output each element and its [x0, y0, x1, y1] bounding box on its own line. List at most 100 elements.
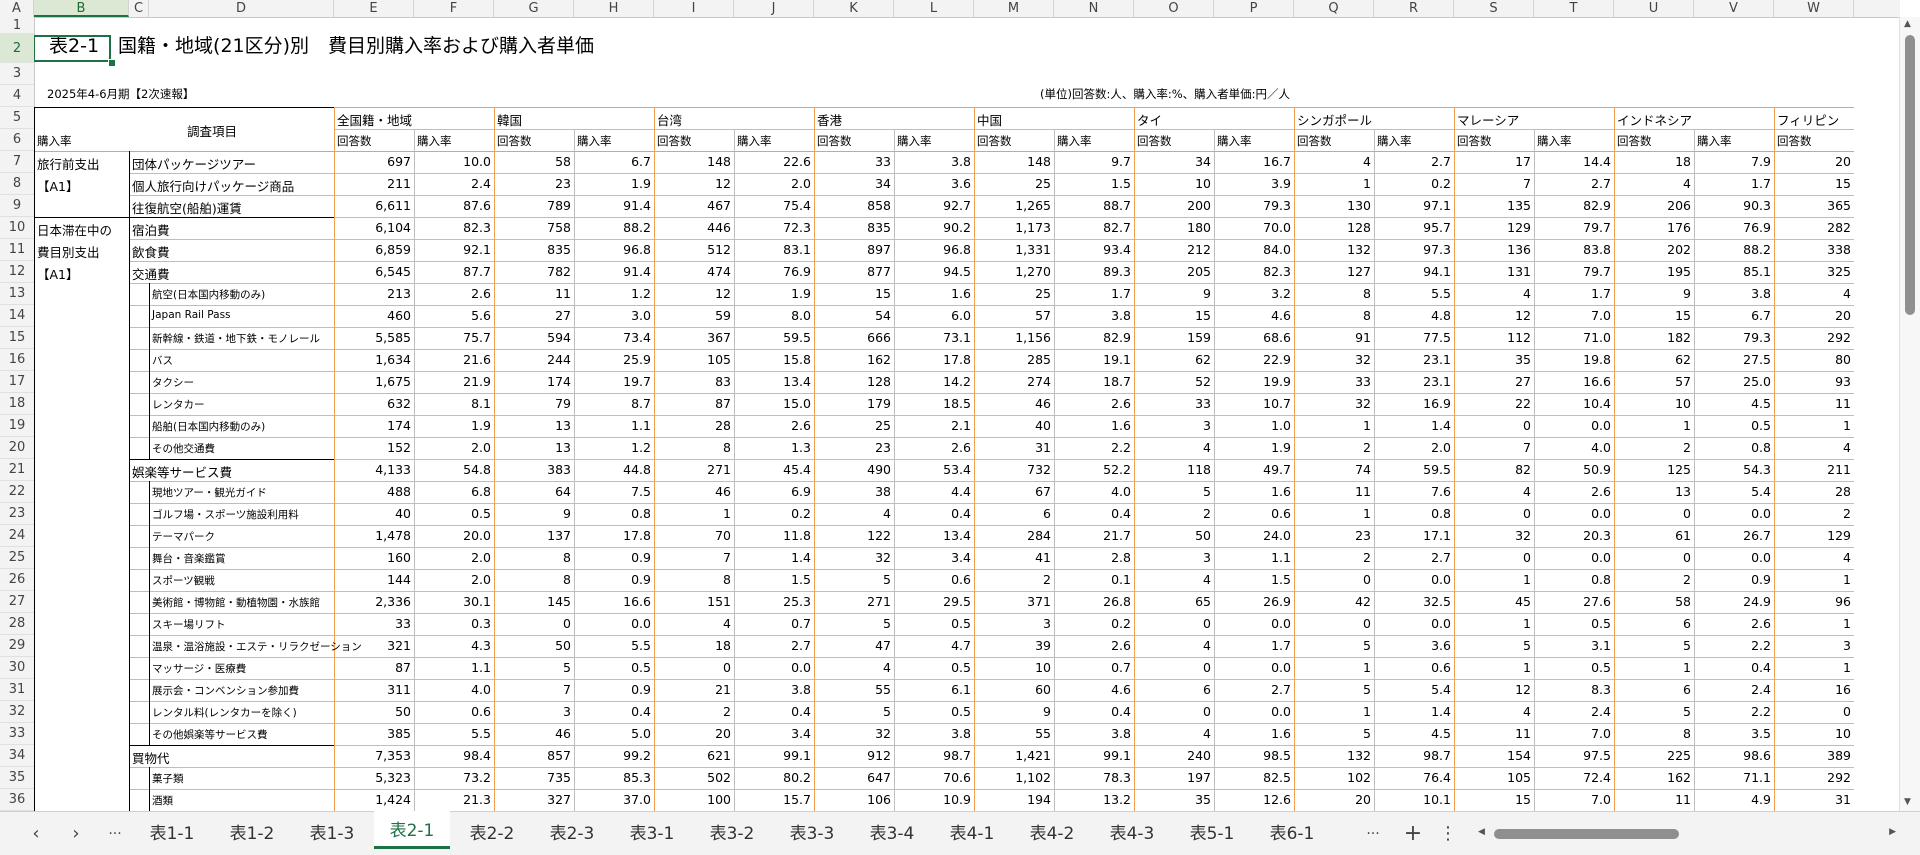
data-cell[interactable]: 225 [1614, 748, 1694, 763]
row-header-26[interactable]: 26 [0, 569, 34, 591]
data-cell[interactable]: 4 [1614, 176, 1694, 191]
row-header-13[interactable]: 13 [0, 283, 34, 305]
data-cell[interactable]: 13.4 [894, 528, 974, 543]
scroll-up-icon[interactable]: ▲ [1904, 19, 1911, 29]
data-cell[interactable]: 32 [1294, 352, 1374, 367]
data-cell[interactable]: 27.5 [1694, 352, 1774, 367]
row-label[interactable]: 個人旅行向けパッケージ商品 [129, 176, 297, 195]
data-cell[interactable]: 1.4 [734, 550, 814, 565]
data-cell[interactable]: 131 [1454, 264, 1534, 279]
data-cell[interactable]: 10.0 [414, 154, 494, 169]
data-cell[interactable]: 8 [654, 440, 734, 455]
row-label[interactable]: 酒類 [149, 793, 176, 808]
fill-handle[interactable] [108, 59, 116, 67]
more-sheets-right-button[interactable]: ··· [1358, 812, 1388, 855]
data-cell[interactable]: 151 [654, 594, 734, 609]
data-cell[interactable]: 4.3 [414, 638, 494, 653]
data-cell[interactable]: 19.9 [1214, 374, 1294, 389]
scroll-left-icon[interactable]: ◀ [1478, 827, 1485, 837]
data-cell[interactable]: 15.7 [734, 792, 814, 807]
data-cell[interactable]: 7.5 [574, 484, 654, 499]
data-cell[interactable]: 1,265 [974, 198, 1054, 213]
data-cell[interactable]: 6,545 [334, 264, 414, 279]
data-cell[interactable]: 73.2 [414, 770, 494, 785]
data-cell[interactable]: 16 [1774, 682, 1854, 697]
data-cell[interactable]: 8 [494, 550, 574, 565]
data-cell[interactable]: 5.5 [1374, 286, 1454, 301]
data-cell[interactable]: 1 [1294, 704, 1374, 719]
data-cell[interactable]: 62 [1614, 352, 1694, 367]
data-cell[interactable]: 37.0 [574, 792, 654, 807]
data-cell[interactable]: 3.2 [1214, 286, 1294, 301]
data-cell[interactable]: 2.6 [1534, 484, 1614, 499]
data-cell[interactable]: 0.3 [414, 616, 494, 631]
row-label[interactable]: 航空(日本国内移動のみ) [149, 287, 268, 302]
row-label[interactable]: 船舶(日本国内移動のみ) [149, 419, 268, 434]
row-header-22[interactable]: 22 [0, 481, 34, 503]
data-cell[interactable]: 32 [814, 550, 894, 565]
data-cell[interactable]: 53.4 [894, 462, 974, 477]
data-cell[interactable]: 2 [974, 572, 1054, 587]
item-header[interactable]: 調査項目 [184, 121, 240, 140]
data-cell[interactable]: 202 [1614, 242, 1694, 257]
data-cell[interactable]: 8.7 [574, 396, 654, 411]
data-cell[interactable]: 10 [1614, 396, 1694, 411]
row-label[interactable]: 買物代 [129, 748, 173, 767]
sub-header[interactable]: 回答数 [334, 133, 375, 149]
data-cell[interactable]: 20.3 [1534, 528, 1614, 543]
data-cell[interactable]: 1 [1774, 616, 1854, 631]
data-cell[interactable]: 2 [1294, 550, 1374, 565]
data-cell[interactable]: 106 [814, 792, 894, 807]
data-cell[interactable]: 25 [814, 418, 894, 433]
data-cell[interactable]: 50 [1134, 528, 1214, 543]
data-cell[interactable]: 1 [1614, 660, 1694, 675]
row-header-16[interactable]: 16 [0, 349, 34, 371]
data-cell[interactable]: 6.7 [1694, 308, 1774, 323]
data-cell[interactable]: 7.9 [1694, 154, 1774, 169]
data-cell[interactable]: 385 [334, 726, 414, 741]
data-cell[interactable]: 732 [974, 462, 1054, 477]
data-cell[interactable]: 1,270 [974, 264, 1054, 279]
scroll-down-icon[interactable]: ▼ [1904, 797, 1911, 807]
data-cell[interactable]: 98.7 [894, 748, 974, 763]
row-header-17[interactable]: 17 [0, 371, 34, 393]
data-cell[interactable]: 83 [654, 374, 734, 389]
data-cell[interactable]: 35 [1134, 792, 1214, 807]
data-cell[interactable]: 70.0 [1214, 220, 1294, 235]
data-cell[interactable]: 0.0 [1214, 616, 1294, 631]
vertical-scroll-thumb[interactable] [1905, 35, 1915, 315]
data-cell[interactable]: 32 [814, 726, 894, 741]
data-cell[interactable]: 162 [1614, 770, 1694, 785]
data-cell[interactable]: 50 [494, 638, 574, 653]
data-cell[interactable]: 1 [1774, 572, 1854, 587]
data-cell[interactable]: 60 [974, 682, 1054, 697]
data-cell[interactable]: 1.6 [1054, 418, 1134, 433]
data-cell[interactable]: 0.1 [1054, 572, 1134, 587]
data-cell[interactable]: 321 [334, 638, 414, 653]
data-cell[interactable]: 12 [654, 286, 734, 301]
data-cell[interactable]: 30.1 [414, 594, 494, 609]
column-header-D[interactable]: D [149, 0, 334, 17]
sub-header[interactable]: 回答数 [654, 133, 695, 149]
data-cell[interactable]: 15.8 [734, 352, 814, 367]
data-cell[interactable]: 47 [814, 638, 894, 653]
data-cell[interactable]: 52.2 [1054, 462, 1134, 477]
data-cell[interactable]: 144 [334, 572, 414, 587]
data-cell[interactable]: 98.5 [1214, 748, 1294, 763]
data-cell[interactable]: 3.8 [894, 154, 974, 169]
data-cell[interactable]: 21.6 [414, 352, 494, 367]
data-cell[interactable]: 20 [1774, 308, 1854, 323]
data-cell[interactable]: 4.6 [1214, 308, 1294, 323]
data-cell[interactable]: 5 [1614, 638, 1694, 653]
data-cell[interactable]: 2 [1294, 440, 1374, 455]
data-cell[interactable]: 371 [974, 594, 1054, 609]
data-cell[interactable]: 5,585 [334, 330, 414, 345]
data-cell[interactable]: 0.9 [574, 682, 654, 697]
data-cell[interactable]: 16.6 [1534, 374, 1614, 389]
data-cell[interactable]: 4 [1134, 440, 1214, 455]
column-header-J[interactable]: J [734, 0, 814, 17]
data-cell[interactable]: 125 [1614, 462, 1694, 477]
cell-selection-B2[interactable] [34, 35, 111, 62]
sheet-tab[interactable]: 表1-3 [294, 812, 370, 855]
data-cell[interactable]: 621 [654, 748, 734, 763]
